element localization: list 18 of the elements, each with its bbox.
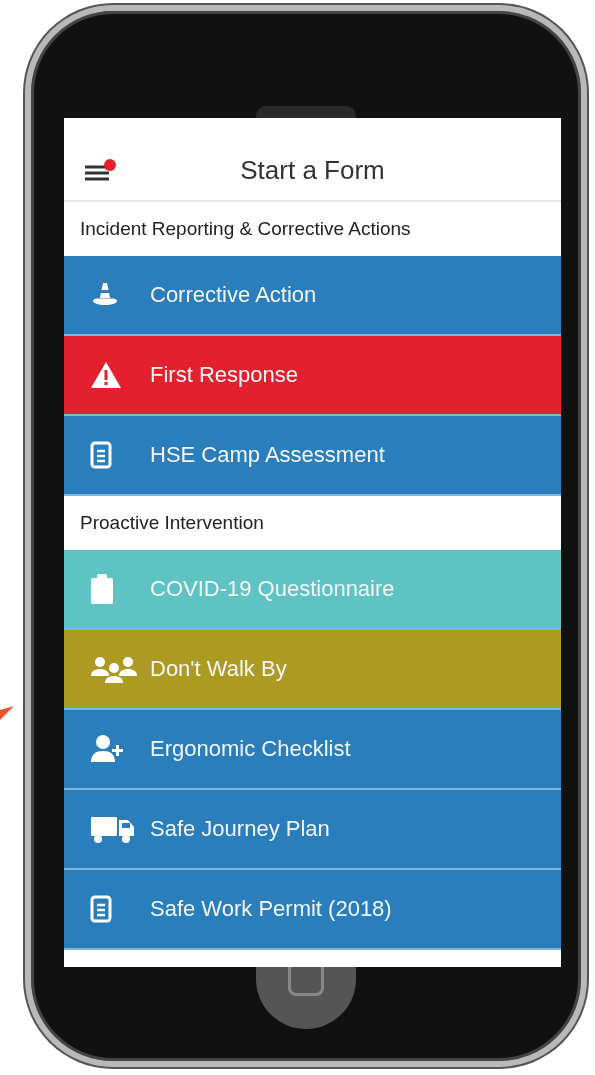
- screen-title: Start a Form: [240, 154, 385, 186]
- person-add-icon: [90, 734, 124, 764]
- form-list-item[interactable]: HSE Camp Assessment: [64, 416, 561, 494]
- clipboard-icon: [90, 573, 114, 605]
- truck-icon: [90, 814, 136, 844]
- form-list-item[interactable]: Safe Work Permit (2018): [64, 870, 561, 948]
- home-button[interactable]: [256, 967, 356, 1029]
- form-list-item[interactable]: Ergonomic Checklist: [64, 710, 561, 788]
- document-icon: [90, 441, 112, 469]
- pointer-arrow-icon: [0, 704, 14, 720]
- form-list-item[interactable]: Don't Walk By: [64, 630, 561, 708]
- group-icon: [90, 654, 138, 684]
- warning-icon: [90, 360, 122, 390]
- form-list-item[interactable]: First Response: [64, 336, 561, 414]
- document-icon: [90, 895, 112, 923]
- form-list-item[interactable]: Safe Journey Plan: [64, 790, 561, 868]
- menu-icon[interactable]: [84, 158, 118, 184]
- form-list-item[interactable]: Corrective Action: [64, 256, 561, 334]
